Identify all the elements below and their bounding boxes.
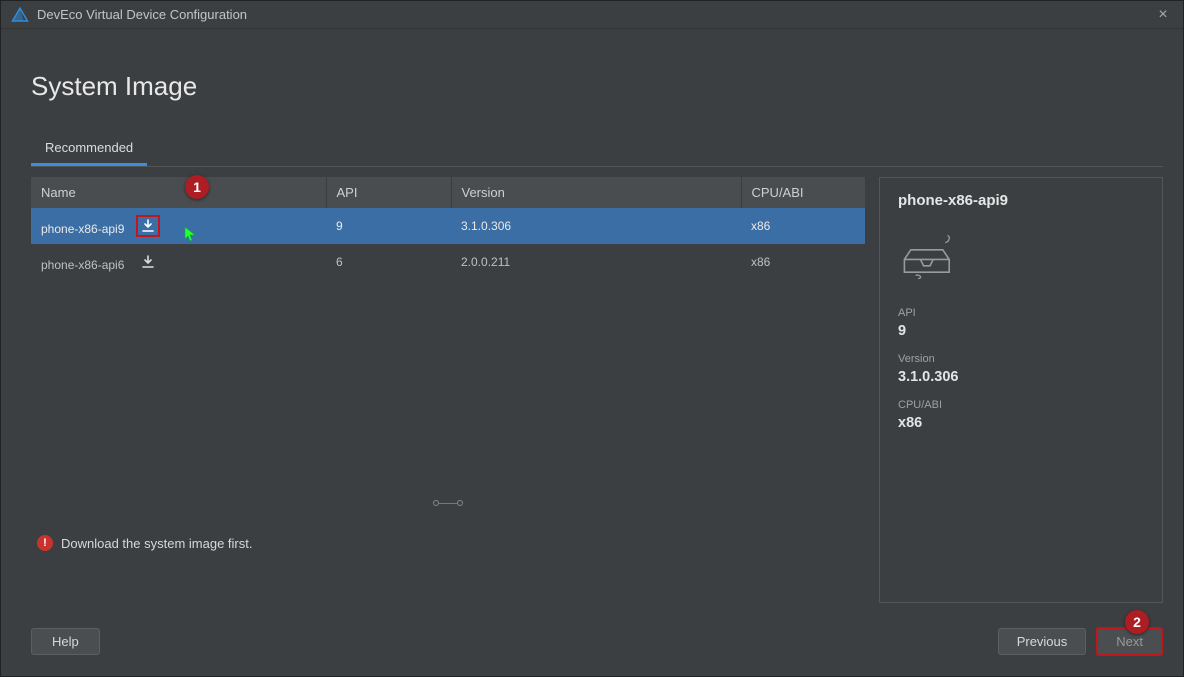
warning-text: Download the system image first. <box>61 536 252 551</box>
box-icon <box>898 227 962 279</box>
resize-handle-icon[interactable] <box>433 497 463 509</box>
col-api[interactable]: API <box>326 177 451 208</box>
warning-message: ! Download the system image first. <box>37 535 252 551</box>
dialog-window: DevEco Virtual Device Configuration × Sy… <box>0 0 1184 677</box>
details-panel: phone-x86-api9 API 9 Version 3.1.0.306 C… <box>879 177 1163 603</box>
detail-title: phone-x86-api9 <box>898 192 1144 209</box>
detail-api-label: API <box>898 307 1144 319</box>
download-icon[interactable] <box>136 251 160 273</box>
page-heading: System Image <box>31 71 1163 102</box>
detail-ver-label: Version <box>898 353 1144 365</box>
download-icon[interactable] <box>136 215 160 237</box>
warning-icon: ! <box>37 535 53 551</box>
annotation-badge-1: 1 <box>185 175 209 199</box>
col-cpu[interactable]: CPU/ABI <box>741 177 865 208</box>
col-version[interactable]: Version <box>451 177 741 208</box>
row-name: phone-x86-api6 <box>41 258 124 272</box>
row-api: 6 <box>326 244 451 280</box>
cursor-icon <box>184 226 196 242</box>
previous-button[interactable]: Previous <box>998 628 1087 655</box>
detail-ver-value: 3.1.0.306 <box>898 369 1144 385</box>
row-name: phone-x86-api9 <box>41 222 124 236</box>
table-row[interactable]: phone-x86-api9 9 3.1.0.306 x86 <box>31 208 865 244</box>
row-version: 3.1.0.306 <box>451 208 741 244</box>
warning-row: ! Download the system image first. <box>37 519 252 551</box>
table-row[interactable]: phone-x86-api6 6 2.0.0.211 x86 <box>31 244 865 280</box>
detail-cpu-value: x86 <box>898 415 1144 431</box>
col-name[interactable]: Name <box>31 177 326 208</box>
row-version: 2.0.0.211 <box>451 244 741 280</box>
row-api: 9 <box>326 208 451 244</box>
detail-cpu-label: CPU/ABI <box>898 399 1144 411</box>
title-bar: DevEco Virtual Device Configuration × <box>1 1 1183 29</box>
app-logo-icon <box>11 7 29 23</box>
row-cpu: x86 <box>741 208 865 244</box>
tabs: Recommended <box>31 132 1163 167</box>
content-area: System Image Recommended 1 Name API Vers… <box>31 41 1163 656</box>
row-cpu: x86 <box>741 244 865 280</box>
annotation-badge-2: 2 <box>1125 610 1149 634</box>
help-button[interactable]: Help <box>31 628 100 655</box>
detail-api-value: 9 <box>898 323 1144 339</box>
close-icon[interactable]: × <box>1153 6 1173 24</box>
button-row: Help Previous Next <box>31 627 1163 656</box>
tab-recommended[interactable]: Recommended <box>31 132 147 166</box>
body-row: 1 Name API Version CPU/ABI phon <box>31 177 1163 603</box>
window-title: DevEco Virtual Device Configuration <box>37 7 1153 22</box>
image-table: 1 Name API Version CPU/ABI phon <box>31 177 865 603</box>
